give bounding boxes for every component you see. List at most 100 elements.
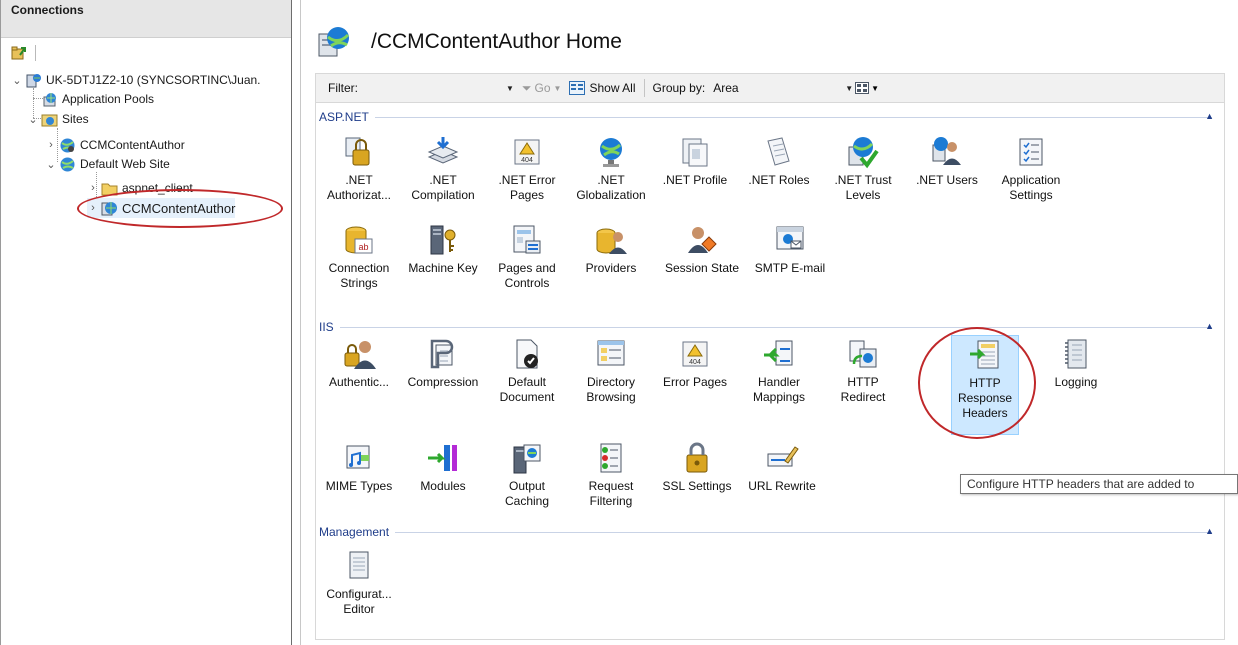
group-by-select[interactable]: Area	[713, 81, 841, 95]
feature-session-state[interactable]: Session State	[655, 223, 749, 276]
filter-input[interactable]	[362, 79, 502, 97]
chevron-right-icon[interactable]: ›	[45, 139, 57, 151]
feature-label: Headers	[962, 406, 1008, 420]
feature-request-filtering[interactable]: Request Filtering	[571, 441, 651, 509]
chevron-down-icon[interactable]: ⌄	[27, 113, 39, 126]
section-aspnet-header[interactable]: ASP.NET ▲	[316, 109, 1226, 125]
feature-mime-types[interactable]: MIME Types	[319, 441, 399, 494]
tree-item-site-ccmcontentauthor[interactable]: › CCMContentAuthor	[45, 135, 185, 155]
feature-directory-browsing[interactable]: Directory Browsing	[571, 337, 651, 405]
tree-item-selected-application[interactable]: › CCMContentAuthor	[87, 198, 236, 218]
net-authorization-icon	[342, 135, 376, 169]
feature-modules[interactable]: Modules	[403, 441, 483, 494]
feature-net-globalization[interactable]: .NET Globalization	[571, 135, 651, 203]
app-settings-icon	[1014, 135, 1048, 169]
feature-label: Logging	[1054, 375, 1098, 389]
feature-net-authorization[interactable]: .NET Authorizat...	[319, 135, 399, 203]
error-pages-icon: 404	[678, 337, 712, 371]
view-toggle-button[interactable]: ▼	[855, 82, 879, 94]
feature-net-error-pages[interactable]: 404 .NET Error Pages	[487, 135, 567, 203]
ssl-settings-icon	[680, 441, 714, 475]
modules-icon	[426, 441, 460, 475]
go-button[interactable]: ⏷ Go ▼	[522, 81, 562, 96]
show-all-button[interactable]: Show All	[569, 81, 636, 95]
svg-text:404: 404	[521, 157, 533, 164]
tree-item-default-web-site[interactable]: ⌄ Default Web Site	[45, 154, 170, 174]
connections-header: Connections	[1, 0, 291, 38]
tree-item-application-pools[interactable]: Application Pools	[39, 89, 154, 109]
connect-icon[interactable]	[11, 45, 27, 61]
feature-label: Error Pages	[662, 375, 728, 389]
feature-http-response-headers[interactable]: HTTP Response Headers	[951, 335, 1019, 435]
globe-icon	[594, 135, 628, 169]
feature-configuration-editor[interactable]: Configurat... Editor	[319, 549, 399, 617]
feature-pages-and-controls[interactable]: Pages and Controls	[487, 223, 567, 291]
group-by-label: Group by:	[652, 81, 706, 95]
feature-label: Redirect	[840, 390, 886, 404]
feature-compression[interactable]: Compression	[403, 337, 483, 390]
feature-label: Output	[508, 479, 546, 493]
users-icon	[930, 135, 964, 169]
tree-label-aspnet-client: aspnet_client	[122, 181, 193, 195]
feature-label: URL Rewrite	[748, 479, 816, 493]
svg-text:ab: ab	[358, 242, 368, 252]
profile-icon	[678, 135, 712, 169]
server-icon	[25, 72, 42, 89]
collapse-icon[interactable]: ▲	[1205, 111, 1214, 121]
group-by-dropdown-icon[interactable]: ▼	[845, 84, 853, 93]
tree-label-selected-application: CCMContentAuthor	[122, 200, 236, 216]
feature-application-settings[interactable]: Application Settings	[991, 135, 1071, 203]
feature-net-trust-levels[interactable]: .NET Trust Levels	[823, 135, 903, 203]
section-aspnet-title: ASP.NET	[319, 110, 369, 124]
default-document-icon	[510, 337, 544, 371]
feature-error-pages[interactable]: 404 Error Pages	[655, 337, 735, 390]
tree-label-server: UK-5DTJ1Z2-10 (SYNCSORTINC\Juan.	[46, 73, 261, 87]
section-iis-header[interactable]: IIS ▲	[316, 319, 1226, 335]
feature-authentication[interactable]: Authentic...	[319, 337, 399, 390]
tree-item-aspnet-client[interactable]: › aspnet_client	[87, 178, 193, 198]
feature-smtp-email[interactable]: SMTP E-mail	[747, 223, 833, 276]
web-application-icon	[101, 200, 118, 217]
chevron-down-icon[interactable]: ⌄	[11, 74, 23, 87]
chevron-right-icon[interactable]: ›	[87, 202, 99, 214]
authentication-icon	[342, 337, 376, 371]
chevron-right-icon[interactable]: ›	[87, 182, 99, 194]
http-response-headers-icon	[968, 338, 1002, 372]
feature-handler-mappings[interactable]: Handler Mappings	[739, 337, 819, 405]
tree-item-sites[interactable]: ⌄ Sites	[27, 109, 89, 129]
filter-dropdown-icon[interactable]: ▼	[506, 84, 514, 93]
feature-label: HTTP	[969, 376, 1001, 390]
features-view: /CCMContentAuthor Home Filter: ▼ ⏷ Go ▼ …	[300, 0, 1238, 645]
machine-key-icon	[426, 223, 460, 257]
feature-connection-strings[interactable]: ab Connection Strings	[319, 223, 399, 291]
tree-item-server[interactable]: ⌄ UK-5DTJ1Z2-10 (SYNCSORTINC\Juan.	[11, 70, 261, 90]
feature-label: Controls	[504, 276, 550, 290]
tree-label-sites: Sites	[62, 112, 89, 126]
smtp-email-icon	[773, 223, 807, 257]
http-redirect-icon	[846, 337, 880, 371]
section-iis-title: IIS	[319, 320, 334, 334]
feature-providers[interactable]: Providers	[571, 223, 651, 276]
feature-label: Strings	[340, 276, 378, 290]
feature-net-users[interactable]: .NET Users	[907, 135, 987, 188]
feature-label: Machine Key	[408, 261, 478, 275]
logging-icon	[1059, 337, 1093, 371]
feature-machine-key[interactable]: Machine Key	[403, 223, 483, 276]
feature-label: Levels	[845, 188, 881, 202]
feature-output-caching[interactable]: Output Caching	[487, 441, 567, 509]
feature-ssl-settings[interactable]: SSL Settings	[655, 441, 739, 494]
feature-net-profile[interactable]: .NET Profile	[655, 135, 735, 188]
chevron-down-icon[interactable]: ⌄	[45, 158, 57, 171]
feature-label: Compression	[407, 375, 479, 389]
collapse-icon[interactable]: ▲	[1205, 526, 1214, 536]
feature-label: Session State	[664, 261, 740, 275]
feature-logging[interactable]: Logging	[1041, 337, 1111, 390]
feature-net-compilation[interactable]: .NET Compilation	[403, 135, 483, 203]
feature-url-rewrite[interactable]: URL Rewrite	[739, 441, 825, 494]
feature-net-roles[interactable]: .NET Roles	[739, 135, 819, 188]
feature-default-document[interactable]: Default Document	[487, 337, 567, 405]
section-management-header[interactable]: Management ▲	[316, 524, 1226, 540]
collapse-icon[interactable]: ▲	[1205, 321, 1214, 331]
feature-http-redirect[interactable]: HTTP Redirect	[823, 337, 903, 405]
section-management-title: Management	[319, 525, 390, 539]
